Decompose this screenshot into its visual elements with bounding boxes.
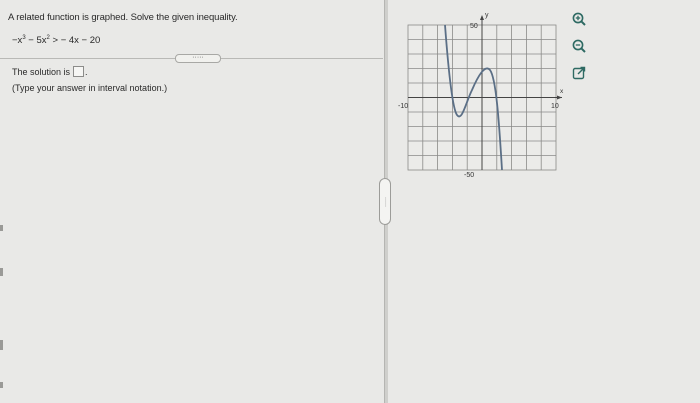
y-max-label: 50 xyxy=(470,23,478,30)
zoom-out-button[interactable] xyxy=(570,37,588,55)
y-min-label: -50 xyxy=(464,172,474,179)
solution-period: . xyxy=(85,66,88,77)
popout-button[interactable] xyxy=(570,64,588,82)
solution-label: The solution is xyxy=(12,66,71,77)
splitter-grip[interactable]: ····· xyxy=(379,178,391,225)
left-edge-mark xyxy=(0,340,3,350)
x-axis-label: x xyxy=(560,88,564,95)
y-axis-arrow-icon xyxy=(480,15,484,20)
answer-input-box[interactable] xyxy=(73,66,85,77)
magnifier-minus-icon xyxy=(572,39,586,53)
left-edge-mark xyxy=(0,225,3,231)
answer-hint: (Type your answer in interval notation.) xyxy=(12,83,168,93)
y-axis-label: y xyxy=(485,12,489,19)
zoom-in-button[interactable] xyxy=(570,10,588,28)
inequality-term-1: −x xyxy=(12,35,23,46)
show-more-button[interactable]: ····· xyxy=(175,54,221,63)
inequality-term-3: > − 4x − 20 xyxy=(49,35,101,46)
inequality-term-2: − 5x xyxy=(25,35,47,46)
inequality: −x3 − 5x2 > − 4x − 20 xyxy=(12,35,100,46)
x-min-label: -10 xyxy=(398,103,408,110)
left-edge-mark xyxy=(0,268,3,276)
x-max-label: 10 xyxy=(551,103,559,110)
x-axis-arrow-icon xyxy=(557,95,562,100)
function-graph: y x 50 -50 -10 10 xyxy=(398,12,564,179)
left-edge-mark xyxy=(0,382,3,388)
question-prompt: A related function is graphed. Solve the… xyxy=(8,12,238,23)
solution-line: The solution is . xyxy=(12,66,88,77)
magnifier-plus-icon xyxy=(572,12,586,26)
external-link-icon xyxy=(572,66,586,80)
